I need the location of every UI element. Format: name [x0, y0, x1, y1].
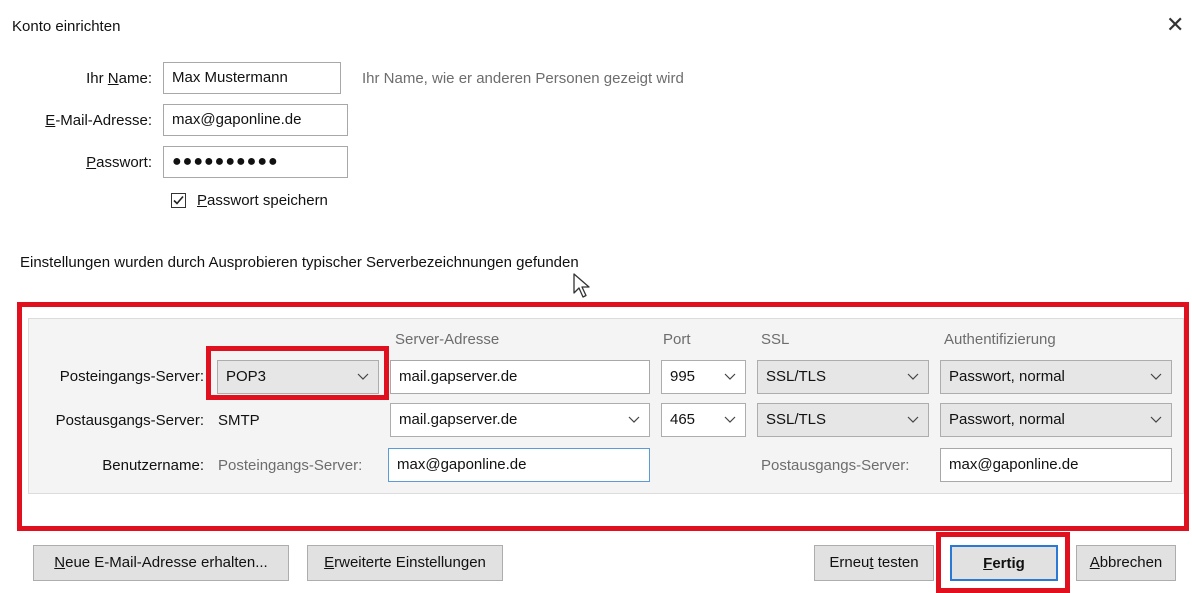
annotation-box-done [936, 532, 1070, 593]
cancel-button[interactable]: Abbrechen [1076, 545, 1176, 581]
annotation-box-protocol [206, 346, 389, 400]
checkbox-check-icon [173, 195, 184, 205]
email-label: E-Mail-Adresse: [45, 112, 152, 129]
name-hint: Ihr Name, wie er anderen Personen gezeig… [362, 70, 684, 87]
new-email-address-button[interactable]: Neue E-Mail-Adresse erhalten... [33, 545, 289, 581]
close-icon[interactable]: ✕ [1166, 14, 1184, 36]
save-password-label[interactable]: Passwort speichern [197, 192, 328, 209]
status-message: Einstellungen wurden durch Ausprobieren … [20, 254, 579, 271]
password-input[interactable]: ●●●●●●●●●● [163, 146, 348, 178]
save-password-checkbox[interactable] [171, 193, 186, 208]
mouse-cursor-icon [573, 273, 590, 298]
annotation-box-server-settings [17, 302, 1189, 531]
retest-button[interactable]: Erneut testen [814, 545, 934, 581]
dialog-title: Konto einrichten [12, 18, 121, 35]
password-label: Passwort: [86, 154, 152, 171]
email-input[interactable]: max@gaponline.de [163, 104, 348, 136]
name-input[interactable]: Max Mustermann [163, 62, 341, 94]
advanced-settings-button[interactable]: Erweiterte Einstellungen [307, 545, 503, 581]
name-label: Ihr Name: [86, 70, 152, 87]
